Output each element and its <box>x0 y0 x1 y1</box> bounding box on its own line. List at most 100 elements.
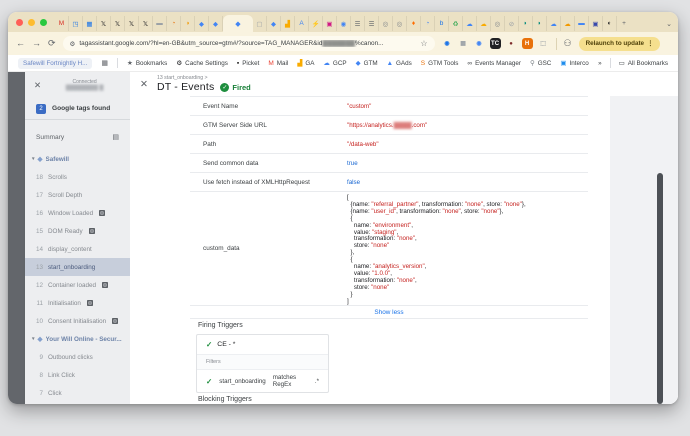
filter-row[interactable]: ✓ start_onboarding matches RegEx .* <box>197 370 328 392</box>
pinned-tab[interactable]: ◆ <box>195 16 209 31</box>
sidebar-event-item[interactable]: 8 Link Click <box>25 366 130 384</box>
pinned-tab[interactable]: ⊘ <box>505 16 519 31</box>
relaunch-to-update-button[interactable]: Relaunch to update ⋮ <box>578 36 661 51</box>
vertical-scrollbar[interactable] <box>657 173 663 404</box>
bookmark-item[interactable]: ⚲ GSC <box>530 59 551 68</box>
pinned-tab[interactable]: ◆ <box>267 16 281 31</box>
trigger-row[interactable]: ✓ CE - * <box>197 335 328 355</box>
sidebar-event-item[interactable]: 7 Click <box>25 384 130 402</box>
pinned-tab[interactable]: 𝕏 <box>125 16 139 31</box>
bookmark-item[interactable]: ◆ GTM <box>356 59 378 68</box>
pinned-tab[interactable]: ⚡ <box>309 16 323 31</box>
pinned-tab[interactable]: ◳ <box>69 16 83 31</box>
bookmark-item[interactable]: ▟ GA <box>297 59 314 68</box>
apps-grid-icon[interactable]: ▦ <box>101 59 108 67</box>
pinned-tab[interactable]: ◎ <box>393 16 407 31</box>
minimize-window-button[interactable] <box>28 19 35 26</box>
pinned-tab[interactable]: A <box>295 16 309 31</box>
pinned-tab[interactable]: ☁ <box>547 16 561 31</box>
sidebar-event-item[interactable]: 14 display_content <box>25 240 130 258</box>
extension-outline-icon[interactable]: ⬚ <box>538 38 549 49</box>
sidebar-event-item[interactable]: 18 Scrolls <box>25 168 130 186</box>
pinned-tab[interactable]: ◐ <box>603 16 617 31</box>
bookmark-item[interactable]: M Mail <box>268 60 288 67</box>
bookmark-item[interactable]: ☁ GCP <box>323 59 346 68</box>
chevron-down-icon[interactable]: ▾ <box>32 336 35 342</box>
pinned-tab[interactable]: 𝕏 <box>97 16 111 31</box>
extension-blue-circle-icon[interactable]: ◉ <box>442 38 453 49</box>
summary-row[interactable]: Summary ▤ <box>25 128 130 146</box>
extension-h-icon[interactable]: H <box>521 38 533 49</box>
sidebar-event-item[interactable]: 17 Scroll Depth <box>25 186 130 204</box>
pinned-tab[interactable]: ◎ <box>379 16 393 31</box>
back-button[interactable]: ← <box>16 39 25 48</box>
sidebar-event-item[interactable]: 10 Consent Initialisation <box>25 312 130 330</box>
pinned-tab[interactable]: ♻ <box>449 16 463 31</box>
bookmark-item[interactable]: ⚙ Cache Settings <box>176 59 228 68</box>
pinned-tab[interactable]: 𝕏 <box>111 16 125 31</box>
pinned-tab[interactable]: ☰ <box>351 16 365 31</box>
show-less-link[interactable]: Show less <box>190 305 588 319</box>
pinned-tab[interactable]: ▟ <box>281 16 295 31</box>
kebab-menu-icon[interactable]: ⋮ <box>647 40 653 47</box>
sidebar-event-item[interactable]: 12 Container loaded <box>25 276 130 294</box>
pinned-tab[interactable]: ◔ <box>421 16 435 31</box>
close-debug-icon[interactable]: ✕ <box>34 80 41 91</box>
pinned-tab[interactable]: ▬ <box>575 16 589 31</box>
bookmark-item[interactable]: S GTM Tools <box>421 60 459 67</box>
forward-button[interactable]: → <box>32 39 41 48</box>
profile-avatar-icon[interactable]: ⚇ <box>564 38 572 49</box>
sidebar-event-item[interactable]: 11 Initialisation <box>25 294 130 312</box>
sidebar-group[interactable]: ▾ ◆ Your Will Online - Secur... <box>25 330 130 348</box>
address-bar[interactable]: ⚙ tagassistant.google.com/?hl=en-GB&utm_… <box>62 36 435 51</box>
extension-gray-grid-icon[interactable]: ▦ <box>458 38 469 49</box>
pinned-tab[interactable]: ▢ <box>253 16 267 31</box>
extension-blue-dot-icon[interactable]: ◉ <box>474 38 485 49</box>
bookmark-item[interactable]: ▣Intercom <box>560 59 589 68</box>
tab-group-chip[interactable]: Safewill Fortnightly H... <box>18 57 93 69</box>
close-window-button[interactable] <box>16 19 23 26</box>
bookmark-item[interactable]: ∞ Events Manager <box>467 60 521 67</box>
pinned-tab[interactable]: ◉ <box>337 16 351 31</box>
pinned-tab[interactable]: ☁ <box>477 16 491 31</box>
google-tags-found-row[interactable]: 2 Google tags found <box>25 98 130 120</box>
chevron-down-icon[interactable]: ▾ <box>32 156 35 162</box>
pinned-tab[interactable]: ☁ <box>463 16 477 31</box>
sidebar-event-item[interactable]: 9 Outbound clicks <box>25 348 130 366</box>
pinned-tab[interactable]: ◗ <box>533 16 547 31</box>
reload-button[interactable]: ⟳ <box>48 39 56 48</box>
pinned-tab[interactable]: ◎ <box>491 16 505 31</box>
tab-search-chevron-icon[interactable]: ⌄ <box>666 20 672 28</box>
pinned-tab[interactable]: ☁ <box>561 16 575 31</box>
zoom-window-button[interactable] <box>40 19 47 26</box>
close-detail-icon[interactable]: ✕ <box>140 79 148 90</box>
pinned-tab[interactable]: ☰ <box>365 16 379 31</box>
extension-tc-icon[interactable]: TC <box>489 38 501 49</box>
pinned-tab[interactable]: ▣ <box>323 16 337 31</box>
pinned-tab[interactable]: ◗ <box>519 16 533 31</box>
pinned-tab[interactable]: b <box>435 16 449 31</box>
sidebar-group[interactable]: ▾ ◆ Safewill <box>25 150 130 168</box>
active-tab[interactable]: ◆ <box>223 15 253 32</box>
sidebar-event-item[interactable]: 13 start_onboarding <box>25 258 130 276</box>
pinned-tab[interactable]: ◔ <box>167 16 181 31</box>
pinned-tab[interactable]: ◆ <box>209 16 223 31</box>
bookmark-item[interactable]: ▪ Picket <box>237 60 259 67</box>
pinned-tab[interactable]: ◑ <box>181 16 195 31</box>
bookmarks-overflow-chevron[interactable]: » <box>598 60 602 67</box>
pinned-tab[interactable]: ▦ <box>83 16 97 31</box>
site-settings-icon[interactable]: ⚙ <box>70 40 76 48</box>
all-bookmarks-button[interactable]: ▭ All Bookmarks <box>619 59 668 68</box>
pinned-tab[interactable]: ▬ <box>153 16 167 31</box>
pinned-tab[interactable]: ▣ <box>589 16 603 31</box>
sidebar-event-item[interactable]: 15 DOM Ready <box>25 222 130 240</box>
pinned-tab[interactable]: M <box>55 16 69 31</box>
bookmark-item[interactable]: ★ Bookmarks <box>127 59 167 68</box>
extension-maroon-icon[interactable]: ● <box>506 38 517 49</box>
filter-list-icon[interactable]: ▤ <box>112 133 119 141</box>
new-tab-button[interactable]: + <box>617 16 631 31</box>
bookmark-star-icon[interactable]: ☆ <box>420 39 427 48</box>
bookmark-item[interactable]: ▲ GAds <box>387 60 412 67</box>
pinned-tab[interactable]: 𝕏 <box>139 16 153 31</box>
pinned-tab[interactable]: ♦ <box>407 16 421 31</box>
